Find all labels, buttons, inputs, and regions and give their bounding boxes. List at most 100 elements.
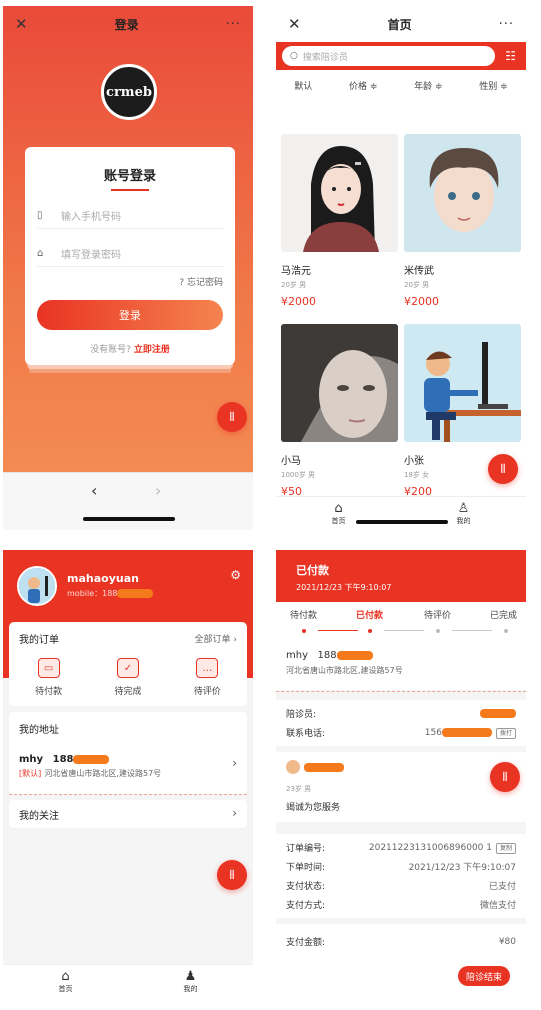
escort-avatar bbox=[286, 760, 300, 774]
orders-title: 我的订单 bbox=[19, 634, 59, 646]
register-link[interactable]: 立即注册 bbox=[134, 345, 170, 355]
my-address-card[interactable]: 我的地址 mhy 188 [默认] 河北省唐山市路北区,建设路57号 › bbox=[9, 712, 247, 794]
password-input[interactable]: 填写登录密码 bbox=[61, 246, 121, 261]
step-dot bbox=[302, 629, 306, 633]
search-input[interactable]: ○ 搜索陪诊员 bbox=[282, 46, 496, 66]
forgot-password-link[interactable]: ? 忘记密码 bbox=[37, 275, 223, 288]
order-detail-screen: 已付款 2021/12/23 下午9:10:07 待付款 已付款 待评价 已完成… bbox=[276, 550, 526, 998]
escort-photo bbox=[281, 324, 398, 442]
step-label: 已完成 bbox=[490, 611, 518, 621]
order-status-header: 已付款 2021/12/23 下午9:10:07 bbox=[276, 550, 526, 602]
all-orders-link[interactable]: 全部订单 › bbox=[195, 632, 237, 645]
register-row: 没有账号? 立即注册 bbox=[90, 345, 170, 355]
default-tag: [默认] bbox=[19, 769, 42, 778]
sort-gender[interactable]: 性别 ≑ bbox=[479, 79, 507, 92]
redaction-mark bbox=[73, 754, 110, 764]
step-dot bbox=[504, 629, 508, 633]
forward-arrow-icon[interactable]: › bbox=[155, 481, 161, 500]
redaction-mark bbox=[304, 762, 344, 772]
home-icon: ⌂ bbox=[334, 500, 343, 516]
order-phone: 188 bbox=[317, 650, 337, 661]
addr-name: mhy bbox=[19, 754, 44, 765]
call-button[interactable]: 拨打 bbox=[495, 727, 516, 739]
service-float-button[interactable]: ⦀ bbox=[217, 402, 247, 432]
service-float-button[interactable]: ⦀ bbox=[490, 762, 520, 792]
tab-me[interactable]: ♙ 我的 bbox=[401, 497, 526, 530]
login-card-title: 账号登录 bbox=[103, 169, 156, 184]
close-icon[interactable]: ✕ bbox=[15, 15, 28, 33]
end-escort-button[interactable]: 陪诊结束 bbox=[457, 966, 510, 986]
tel-row: 联系电话: 156 拨打 bbox=[276, 723, 526, 742]
login-screen: ✕ 登录 ··· crmeb 账号登录 ▯ 输入手机号码 ⌂ 填写登录密码 ? … bbox=[3, 6, 253, 530]
order-pending-review[interactable]: … 待评价 bbox=[194, 658, 221, 697]
title-underline bbox=[111, 189, 149, 191]
login-nav: ✕ 登录 ··· bbox=[3, 6, 253, 42]
phone-input[interactable]: 输入手机号码 bbox=[61, 208, 121, 223]
step-dot bbox=[436, 629, 440, 633]
service-float-button[interactable]: ⦀ bbox=[488, 454, 518, 484]
close-icon[interactable]: ✕ bbox=[288, 15, 301, 33]
avatar[interactable] bbox=[17, 566, 57, 606]
password-field[interactable]: ⌂ 填写登录密码 bbox=[37, 241, 223, 267]
follow-header: 我的关注 bbox=[19, 810, 59, 822]
wallet-icon: ▭ bbox=[37, 658, 60, 678]
step-line bbox=[452, 630, 492, 631]
copy-button[interactable]: 复制 bbox=[495, 842, 516, 854]
escort-photo bbox=[404, 324, 521, 442]
filter-icon[interactable]: ☷ bbox=[505, 49, 516, 63]
orders-header: 我的订单 全部订单 › bbox=[9, 622, 247, 654]
order-shortcuts: ▭ 待付款 ✓ 待完成 … 待评价 bbox=[9, 654, 247, 697]
user-icon: ♟ bbox=[184, 968, 197, 984]
search-bar: ○ 搜索陪诊员 ☷ bbox=[276, 42, 526, 70]
pay-amount: 支付金额: ¥80 陪诊结束 bbox=[276, 924, 526, 998]
tab-home[interactable]: ⌂ 首页 bbox=[3, 965, 128, 998]
escort-row: 陪诊员: bbox=[276, 704, 526, 723]
order-pending-complete[interactable]: ✓ 待完成 bbox=[114, 658, 142, 697]
addr-phone: 188 bbox=[52, 754, 74, 765]
redaction-mark bbox=[480, 709, 516, 718]
phone-field[interactable]: ▯ 输入手机号码 bbox=[37, 203, 223, 229]
chevron-right-icon: › bbox=[232, 756, 237, 770]
more-icon[interactable]: ··· bbox=[499, 17, 514, 32]
phone-icon: ▯ bbox=[37, 210, 43, 221]
addr-line: 河北省唐山市路北区,建设路57号 bbox=[44, 769, 162, 778]
step-label: 已付款 bbox=[356, 611, 384, 621]
step-label: 待评价 bbox=[424, 611, 452, 621]
login-button[interactable]: 登录 bbox=[37, 300, 223, 330]
sort-default[interactable]: 默认 bbox=[294, 79, 312, 92]
order-pending-payment[interactable]: ▭ 待付款 bbox=[35, 658, 62, 697]
tab-home[interactable]: ⌂ 首页 bbox=[276, 497, 401, 530]
my-follow-row[interactable]: 我的关注 › bbox=[9, 800, 247, 828]
step-dot bbox=[368, 629, 372, 633]
sort-row: 默认 价格 ≑ 年龄 ≑ 性别 ≑ bbox=[276, 70, 526, 100]
address-header: 我的地址 bbox=[19, 724, 59, 736]
search-icon: ○ bbox=[290, 51, 298, 61]
gear-icon[interactable]: ⚙ bbox=[230, 568, 241, 582]
redaction-mark bbox=[336, 650, 373, 660]
comment-icon: … bbox=[196, 658, 219, 678]
escort-card[interactable]: 小马 1000岁 男 ¥50 bbox=[281, 324, 398, 498]
sort-age[interactable]: 年龄 ≑ bbox=[414, 79, 442, 92]
escort-age: 23岁 男 bbox=[286, 785, 312, 793]
home-indicator bbox=[83, 517, 175, 521]
order-no-row: 订单编号: 20211223131006896000 1 复制 bbox=[276, 838, 526, 857]
escort-price: ¥2000 bbox=[281, 295, 316, 308]
profile-screen: mahaoyuan mobile：188 ⚙ 我的订单 全部订单 › ▭ 待付款 … bbox=[3, 550, 253, 998]
username: mahaoyuan bbox=[67, 572, 139, 585]
back-arrow-icon[interactable]: ‹ bbox=[91, 481, 97, 500]
order-time-row: 下单时间: 2021/12/23 下午9:10:07 bbox=[286, 863, 516, 873]
more-icon[interactable]: ··· bbox=[226, 17, 241, 32]
escort-header bbox=[286, 760, 516, 774]
escort-card[interactable]: 米传武 20岁 男 ¥2000 bbox=[404, 134, 521, 308]
user-mobile: mobile：188 bbox=[67, 588, 154, 599]
pay-status-row: 支付状态: 已支付 bbox=[286, 882, 516, 892]
tab-me[interactable]: ♟ 我的 bbox=[128, 965, 253, 998]
service-float-button[interactable]: ⦀ bbox=[217, 860, 247, 890]
step-line bbox=[384, 630, 424, 631]
order-info: 订单编号: 20211223131006896000 1 复制 下单时间: 2021/… bbox=[276, 834, 526, 918]
crmeb-logo: crmeb bbox=[101, 64, 157, 120]
order-address: 河北省唐山市路北区,建设路57号 bbox=[286, 666, 403, 675]
escort-card[interactable]: 马浩元 20岁 男 ¥2000 bbox=[281, 134, 398, 308]
escort-name: 米传武 bbox=[404, 266, 434, 277]
sort-price[interactable]: 价格 ≑ bbox=[349, 79, 377, 92]
